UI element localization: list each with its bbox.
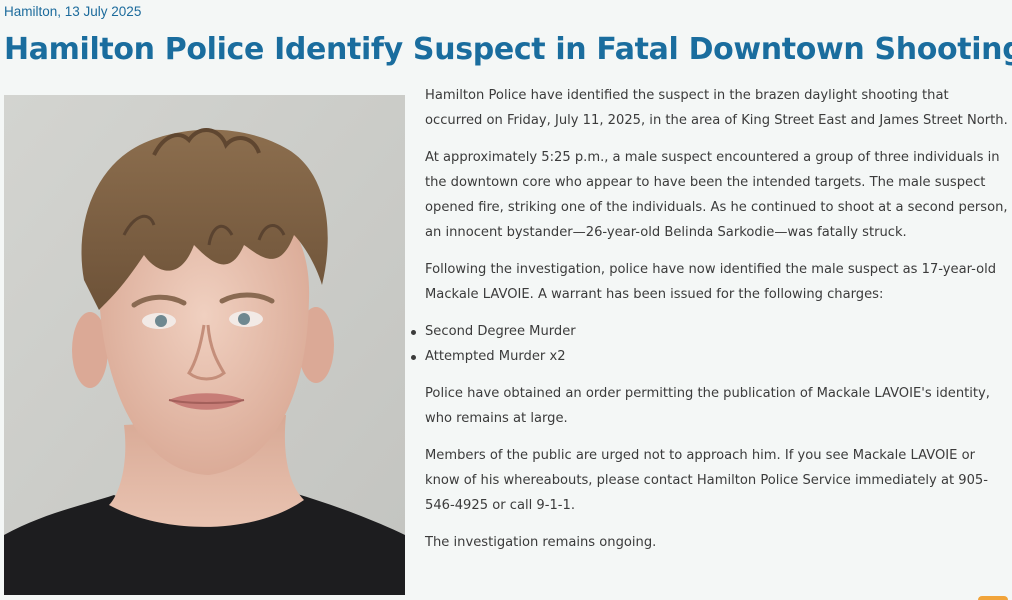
article-paragraph: Police have obtained an order permitting… <box>425 386 990 426</box>
scroll-to-top-tab[interactable] <box>978 596 1008 600</box>
charge-item: Second Degree Murder <box>411 319 1009 344</box>
charge-item: Attempted Murder x2 <box>411 344 1009 369</box>
article-paragraph: At approximately 5:25 p.m., a male suspe… <box>425 150 1008 240</box>
charges-list: Second Degree Murder Attempted Murder x2 <box>411 319 1009 369</box>
suspect-photo-illustration <box>4 95 405 595</box>
dateline: Hamilton, 13 July 2025 <box>4 4 142 19</box>
article-paragraph: Hamilton Police have identified the susp… <box>425 88 1008 128</box>
article-paragraph: The investigation remains ongoing. <box>425 535 657 550</box>
article-paragraph: Members of the public are urged not to a… <box>425 448 988 513</box>
article-paragraph: Following the investigation, police have… <box>425 262 997 302</box>
article-body: Hamilton Police have identified the susp… <box>411 83 1009 567</box>
suspect-photo <box>4 95 405 595</box>
article-headline: Hamilton Police Identify Suspect in Fata… <box>4 32 1012 67</box>
